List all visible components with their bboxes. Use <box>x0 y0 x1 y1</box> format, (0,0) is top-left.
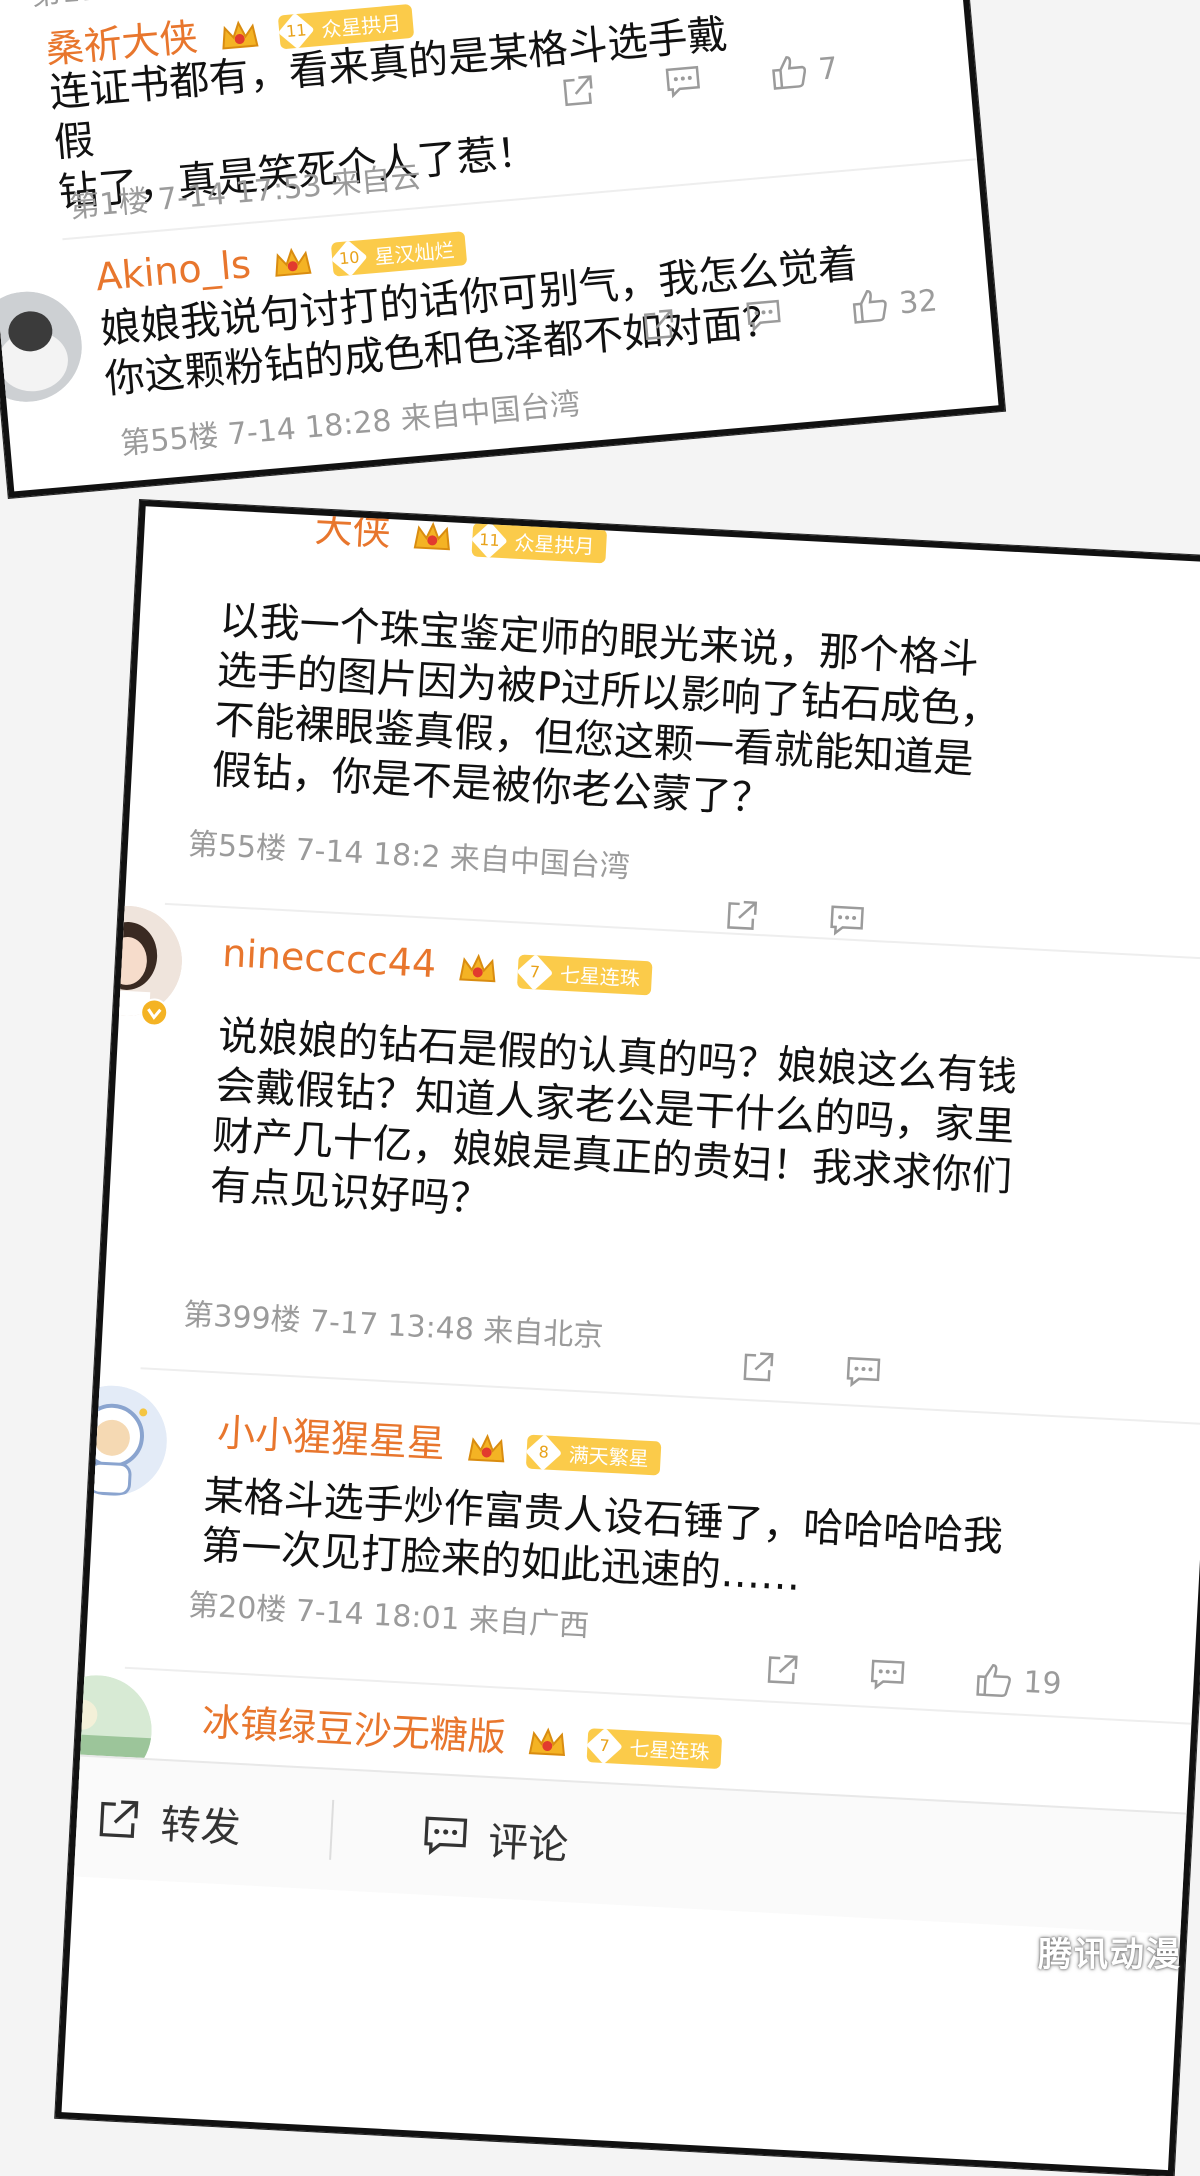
fan-level-badge: 7 七星连珠 <box>586 1727 723 1769</box>
like-count: 32 <box>897 282 939 321</box>
top-comment-panel: 第113楼 桑祈大侠 11众星拱月 连证书都有，看来真的是某格斗选手戴假 钻了，… <box>0 0 1006 498</box>
watermark-logo: 腾讯动漫 <box>1038 1935 1182 1975</box>
username-text: 冰镇绿豆沙无糖版 <box>200 1699 507 1760</box>
fan-level-badge: 8 满天繁星 <box>525 1433 662 1476</box>
vip-crown-icon <box>222 20 259 50</box>
cat-avatar-icon <box>0 287 87 407</box>
like-button[interactable]: 32 <box>850 282 939 325</box>
vip-crown-icon <box>275 247 312 277</box>
comment-label: 评论 <box>487 1819 570 1870</box>
reply-button[interactable] <box>744 297 783 334</box>
main-comment-panel: 大侠 11 众星拱月 以我一个珠宝鉴定师的眼光来说，那个格斗 选手的图片因为被P过… <box>55 500 1200 2176</box>
avatar[interactable] <box>0 287 87 407</box>
like-count: 19 <box>1022 1664 1063 1702</box>
comment-icon <box>665 65 700 99</box>
repost-button[interactable]: 转发 <box>95 1789 242 1854</box>
thumb-up-icon <box>772 56 807 90</box>
comment-text: 以我一个珠宝鉴定师的眼光来说，那个格斗 选手的图片因为被P过所以影响了钻石成色，… <box>210 597 1002 823</box>
like-button[interactable]: 7 <box>769 50 839 92</box>
comment-icon <box>846 1356 881 1388</box>
share-icon <box>643 309 674 340</box>
share-icon <box>767 1655 798 1685</box>
comment-icon <box>870 1659 905 1690</box>
reply-button[interactable] <box>664 63 703 100</box>
astronaut-avatar-icon <box>55 1383 170 1499</box>
username-link[interactable]: 大侠 11 众星拱月 <box>314 500 609 567</box>
fan-level-badge: 10 星汉灿烂 <box>331 230 468 277</box>
username-text: 小小猩猩星星 <box>216 1410 447 1467</box>
username-text: 大侠 <box>313 506 392 555</box>
fan-level-badge: 7 七星连珠 <box>516 953 653 995</box>
comment-actions <box>741 1349 883 1390</box>
share-icon <box>99 1800 139 1838</box>
thumb-up-icon <box>852 290 887 324</box>
avatar[interactable] <box>55 1383 170 1499</box>
comment-icon <box>830 905 864 936</box>
like-count: 7 <box>817 50 840 88</box>
username-link[interactable]: 小小猩猩星星 8 满天繁星 <box>216 1401 662 1479</box>
comment-icon <box>424 1816 468 1856</box>
comment-meta: 第20楼 7-14 18:01 来自广西 <box>187 1588 590 1645</box>
verified-badge-icon <box>140 998 169 1027</box>
repost-label: 转发 <box>159 1801 242 1853</box>
reply-button[interactable] <box>844 1354 882 1390</box>
share-button[interactable] <box>560 72 597 109</box>
vip-crown-icon <box>459 953 496 982</box>
username-text: Akino_ls <box>94 241 253 300</box>
reply-button[interactable] <box>869 1657 907 1693</box>
username-link[interactable]: 冰镇绿豆沙无糖版 7 七星连珠 <box>201 1691 723 1773</box>
share-button[interactable] <box>641 306 678 343</box>
share-icon <box>743 1352 774 1382</box>
bottom-action-bar: 转发 评论 <box>55 1753 1187 1935</box>
share-icon <box>563 75 593 107</box>
share-button[interactable] <box>741 1349 777 1385</box>
vip-crown-icon <box>528 1727 566 1756</box>
comment-button[interactable]: 评论 <box>421 1806 570 1872</box>
bar-separator <box>329 1799 335 1860</box>
comment-icon <box>746 299 781 333</box>
username-link[interactable]: ninecccc44 7 七星连珠 <box>221 931 653 997</box>
comment-actions: 19 <box>765 1650 1063 1701</box>
comment-meta: 第55楼 7-14 18:2 来自中国台湾 <box>187 827 631 886</box>
username-text: ninecccc44 <box>221 930 438 987</box>
share-icon <box>727 900 758 930</box>
comment-meta: 第399楼 7-17 13:48 来自北京 <box>182 1297 605 1355</box>
share-button[interactable] <box>724 897 760 933</box>
thumb-up-icon <box>976 1663 1011 1697</box>
comment-text: 说娘娘的钻石是假的认真的吗？娘娘这么有钱 会戴假钻？知道人家老公是干什么的吗，家… <box>209 1012 1019 1224</box>
vip-crown-icon <box>413 521 451 550</box>
like-button[interactable]: 19 <box>974 1661 1062 1701</box>
reply-button[interactable] <box>828 903 866 939</box>
share-button[interactable] <box>765 1651 801 1687</box>
fan-level-badge: 11 众星拱月 <box>471 521 608 563</box>
vip-crown-icon <box>468 1433 505 1462</box>
